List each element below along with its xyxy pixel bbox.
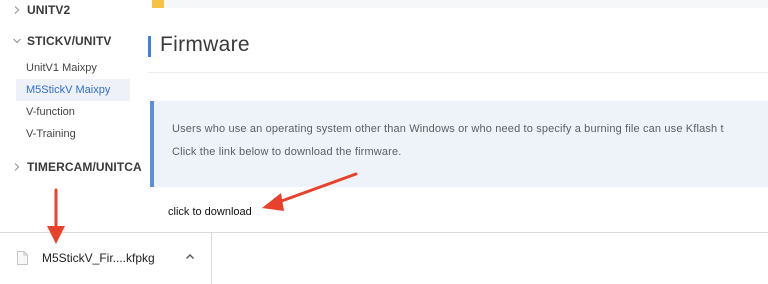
heading-accent-bar [148,36,151,57]
download-item[interactable]: M5StickV_Fir....kfpkg [0,233,212,284]
download-file-name: M5StickV_Fir....kfpkg [42,251,155,265]
sidebar-item-m5stickv-maixpy[interactable]: M5StickV Maixpy [16,79,130,101]
top-accent [152,0,164,8]
sidebar-item-v-training[interactable]: V-Training [16,123,130,145]
chevron-right-icon [10,160,24,174]
chevron-up-icon[interactable] [183,250,197,264]
sidebar-item-unitv1-maixpy[interactable]: UnitV1 Maixpy [16,57,130,79]
sidebar-section-label: STICKV/UNITV [27,34,112,48]
chevron-right-icon [10,3,24,17]
sidebar-section-label: UNITV2 [27,3,71,17]
main-content: Firmware Users who use an operating syst… [148,0,768,232]
chevron-down-icon [10,34,24,48]
sidebar: UNITV2 STICKV/UNITV UnitV1 Maixpy M5Stic… [0,0,142,232]
file-icon [17,251,28,265]
sidebar-section-stickv-unitv[interactable]: STICKV/UNITV [0,31,142,51]
download-firmware-link[interactable]: click to download [168,206,252,218]
sidebar-section-label: TIMERCAM/UNITCAM [27,160,142,174]
notice-line: Users who use an operating system other … [172,123,724,135]
notice-box: Users who use an operating system other … [150,101,768,187]
download-bar: M5StickV_Fir....kfpkg [0,232,768,284]
title-divider [148,72,768,73]
notice-line: Click the link below to download the fir… [172,146,402,158]
sidebar-item-v-function[interactable]: V-function [16,101,130,123]
page-title: Firmware [160,33,250,56]
sidebar-section-unitv2[interactable]: UNITV2 [0,0,142,20]
top-strip [152,0,768,8]
sidebar-section-timercam-unitcam[interactable]: TIMERCAM/UNITCAM [0,157,142,177]
